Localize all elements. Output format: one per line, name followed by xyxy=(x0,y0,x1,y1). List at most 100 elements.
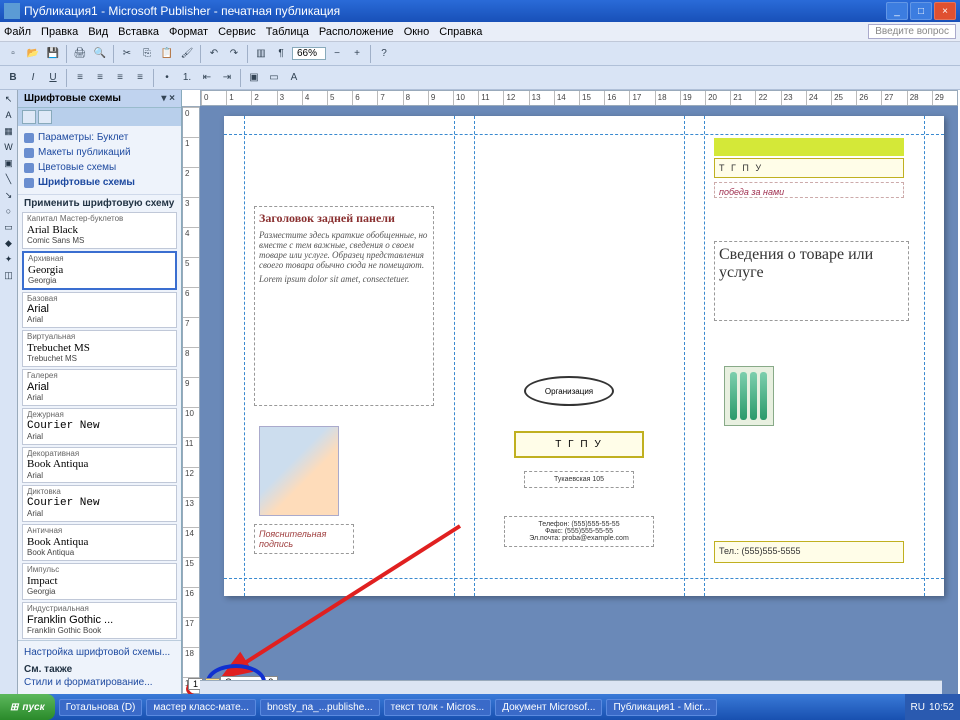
underline-icon[interactable]: U xyxy=(44,69,62,87)
pointer-icon[interactable]: ↖ xyxy=(2,92,16,106)
design-gallery-icon[interactable]: ◫ xyxy=(2,268,16,282)
font-scheme-item[interactable]: АнтичнаяBook AntiquaBook Antiqua xyxy=(22,524,177,561)
menu-help[interactable]: Справка xyxy=(439,26,482,38)
align-center-icon[interactable]: ≡ xyxy=(91,69,109,87)
taskbar-item[interactable]: мастер класс-мате... xyxy=(146,699,256,716)
arrow-icon[interactable]: ↘ xyxy=(2,188,16,202)
taskbar-item[interactable]: текст толк - Micros... xyxy=(384,699,492,716)
font-scheme-item[interactable]: ГалереяArialArial xyxy=(22,369,177,406)
tagline-text[interactable]: победа за нами xyxy=(714,182,904,198)
tray-lang[interactable]: RU xyxy=(911,702,925,713)
paste-icon[interactable]: 📋 xyxy=(158,45,176,63)
ruler-vertical[interactable]: 012345678910111213141516171819 xyxy=(182,106,200,694)
small-title-box[interactable]: Т Г П У xyxy=(714,158,904,178)
rectangle-icon[interactable]: ▭ xyxy=(2,220,16,234)
undo-icon[interactable]: ↶ xyxy=(205,45,223,63)
ruler-horizontal[interactable]: 0123456789101112131415161718192021222324… xyxy=(200,90,958,106)
numbering-icon[interactable]: 1. xyxy=(178,69,196,87)
cut-icon[interactable]: ✂ xyxy=(118,45,136,63)
menu-arrange[interactable]: Расположение xyxy=(319,26,394,38)
save-icon[interactable]: 💾 xyxy=(44,45,62,63)
taskpane-fwd-icon[interactable] xyxy=(38,110,52,124)
autoshapes-icon[interactable]: ◆ xyxy=(2,236,16,250)
menu-file[interactable]: Файл xyxy=(4,26,31,38)
font-scheme-item[interactable]: АрхивнаяGeorgiaGeorgia xyxy=(22,251,177,290)
caption-text[interactable]: Пояснительная подпись xyxy=(254,524,354,554)
close-button[interactable]: × xyxy=(934,2,956,20)
special-chars-icon[interactable]: ¶ xyxy=(272,45,290,63)
menu-window[interactable]: Окно xyxy=(404,26,430,38)
document-canvas[interactable]: Заголовок задней панели Разместите здесь… xyxy=(200,106,958,694)
menu-view[interactable]: Вид xyxy=(88,26,108,38)
font-scheme-item[interactable]: Капитал Мастер-буклетовArial BlackComic … xyxy=(22,212,177,249)
menu-table[interactable]: Таблица xyxy=(266,26,309,38)
columns-icon[interactable]: ▥ xyxy=(252,45,270,63)
taskpane-close-icon[interactable]: ▾ × xyxy=(161,93,175,104)
menu-insert[interactable]: Вставка xyxy=(118,26,159,38)
font-scheme-item[interactable]: ДежурнаяCourier NewArial xyxy=(22,408,177,445)
copy-icon[interactable]: ⎘ xyxy=(138,45,156,63)
menu-tools[interactable]: Сервис xyxy=(218,26,256,38)
font-color-icon[interactable]: A xyxy=(285,69,303,87)
link-layouts[interactable]: Макеты публикаций xyxy=(24,145,175,160)
taskbar-item[interactable]: bnosty_na_...publishe... xyxy=(260,699,380,716)
link-color-schemes[interactable]: Цветовые схемы xyxy=(24,160,175,175)
menu-format[interactable]: Формат xyxy=(169,26,208,38)
wordart-icon[interactable]: W xyxy=(2,140,16,154)
table-icon[interactable]: ▦ xyxy=(2,124,16,138)
open-icon[interactable]: 📂 xyxy=(24,45,42,63)
font-scheme-item[interactable]: ИндустриальнаяFranklin Gothic ...Frankli… xyxy=(22,602,177,639)
link-customize-scheme[interactable]: Настройка шрифтовой схемы... xyxy=(24,645,175,660)
start-button[interactable]: ⊞ пуск xyxy=(0,694,55,720)
help-search-input[interactable]: Введите вопрос xyxy=(868,24,956,39)
increase-indent-icon[interactable]: ⇥ xyxy=(218,69,236,87)
menu-edit[interactable]: Правка xyxy=(41,26,78,38)
italic-icon[interactable]: I xyxy=(24,69,42,87)
font-scheme-item[interactable]: ДиктовкаCourier NewArial xyxy=(22,485,177,522)
bookmark-icon[interactable]: ✦ xyxy=(2,252,16,266)
fill-color-icon[interactable]: ▣ xyxy=(245,69,263,87)
image-beaker[interactable] xyxy=(259,426,339,516)
page[interactable]: Заголовок задней панели Разместите здесь… xyxy=(224,116,944,596)
text-frame-icon[interactable]: A xyxy=(2,108,16,122)
zoom-in-icon[interactable]: + xyxy=(348,45,366,63)
tel-box[interactable]: Тел.: (555)555-5555 xyxy=(714,541,904,563)
align-left-icon[interactable]: ≡ xyxy=(71,69,89,87)
taskpane-back-icon[interactable] xyxy=(22,110,36,124)
zoom-out-icon[interactable]: − xyxy=(328,45,346,63)
minimize-button[interactable]: _ xyxy=(886,2,908,20)
taskbar-item[interactable]: Публикация1 - Micr... xyxy=(606,699,717,716)
font-scheme-item[interactable]: БазоваяArialArial xyxy=(22,292,177,329)
org-oval[interactable]: Организация xyxy=(524,376,614,406)
system-tray[interactable]: RU 10:52 xyxy=(905,694,960,720)
contact-text[interactable]: Телефон: (555)555-55-55 Факс: (555)555-5… xyxy=(504,516,654,547)
link-font-schemes[interactable]: Шрифтовые схемы xyxy=(24,175,175,190)
picture-icon[interactable]: ▣ xyxy=(2,156,16,170)
back-panel-text[interactable]: Заголовок задней панели Разместите здесь… xyxy=(254,206,434,406)
main-title-frame[interactable]: Сведения о товаре или услуге xyxy=(714,241,909,321)
font-scheme-item[interactable]: ДекоративнаяBook AntiquaArial xyxy=(22,447,177,484)
line-color-icon[interactable]: ▭ xyxy=(265,69,283,87)
bullets-icon[interactable]: • xyxy=(158,69,176,87)
taskbar-item[interactable]: Документ Microsof... xyxy=(495,699,602,716)
preview-icon[interactable]: 🔍 xyxy=(91,45,109,63)
format-painter-icon[interactable]: 🖌 xyxy=(178,45,196,63)
zoom-combo[interactable]: 66% xyxy=(292,47,326,60)
justify-icon[interactable]: ≡ xyxy=(131,69,149,87)
help-icon[interactable]: ? xyxy=(375,45,393,63)
line-icon[interactable]: ╲ xyxy=(2,172,16,186)
new-icon[interactable]: ▫ xyxy=(4,45,22,63)
print-icon[interactable]: 🖨 xyxy=(71,45,89,63)
decrease-indent-icon[interactable]: ⇤ xyxy=(198,69,216,87)
redo-icon[interactable]: ↷ xyxy=(225,45,243,63)
font-scheme-list[interactable]: Капитал Мастер-буклетовArial BlackComic … xyxy=(18,212,181,640)
link-booklet-params[interactable]: Параметры: Буклет xyxy=(24,130,175,145)
company-box[interactable]: Т Г П У xyxy=(514,431,644,458)
oval-icon[interactable]: ○ xyxy=(2,204,16,218)
bold-icon[interactable]: B xyxy=(4,69,22,87)
font-scheme-item[interactable]: ИмпульсImpactGeorgia xyxy=(22,563,177,600)
maximize-button[interactable]: □ xyxy=(910,2,932,20)
align-right-icon[interactable]: ≡ xyxy=(111,69,129,87)
font-scheme-item[interactable]: ВиртуальнаяTrebuchet MSTrebuchet MS xyxy=(22,330,177,367)
image-test-tubes[interactable] xyxy=(724,366,774,426)
